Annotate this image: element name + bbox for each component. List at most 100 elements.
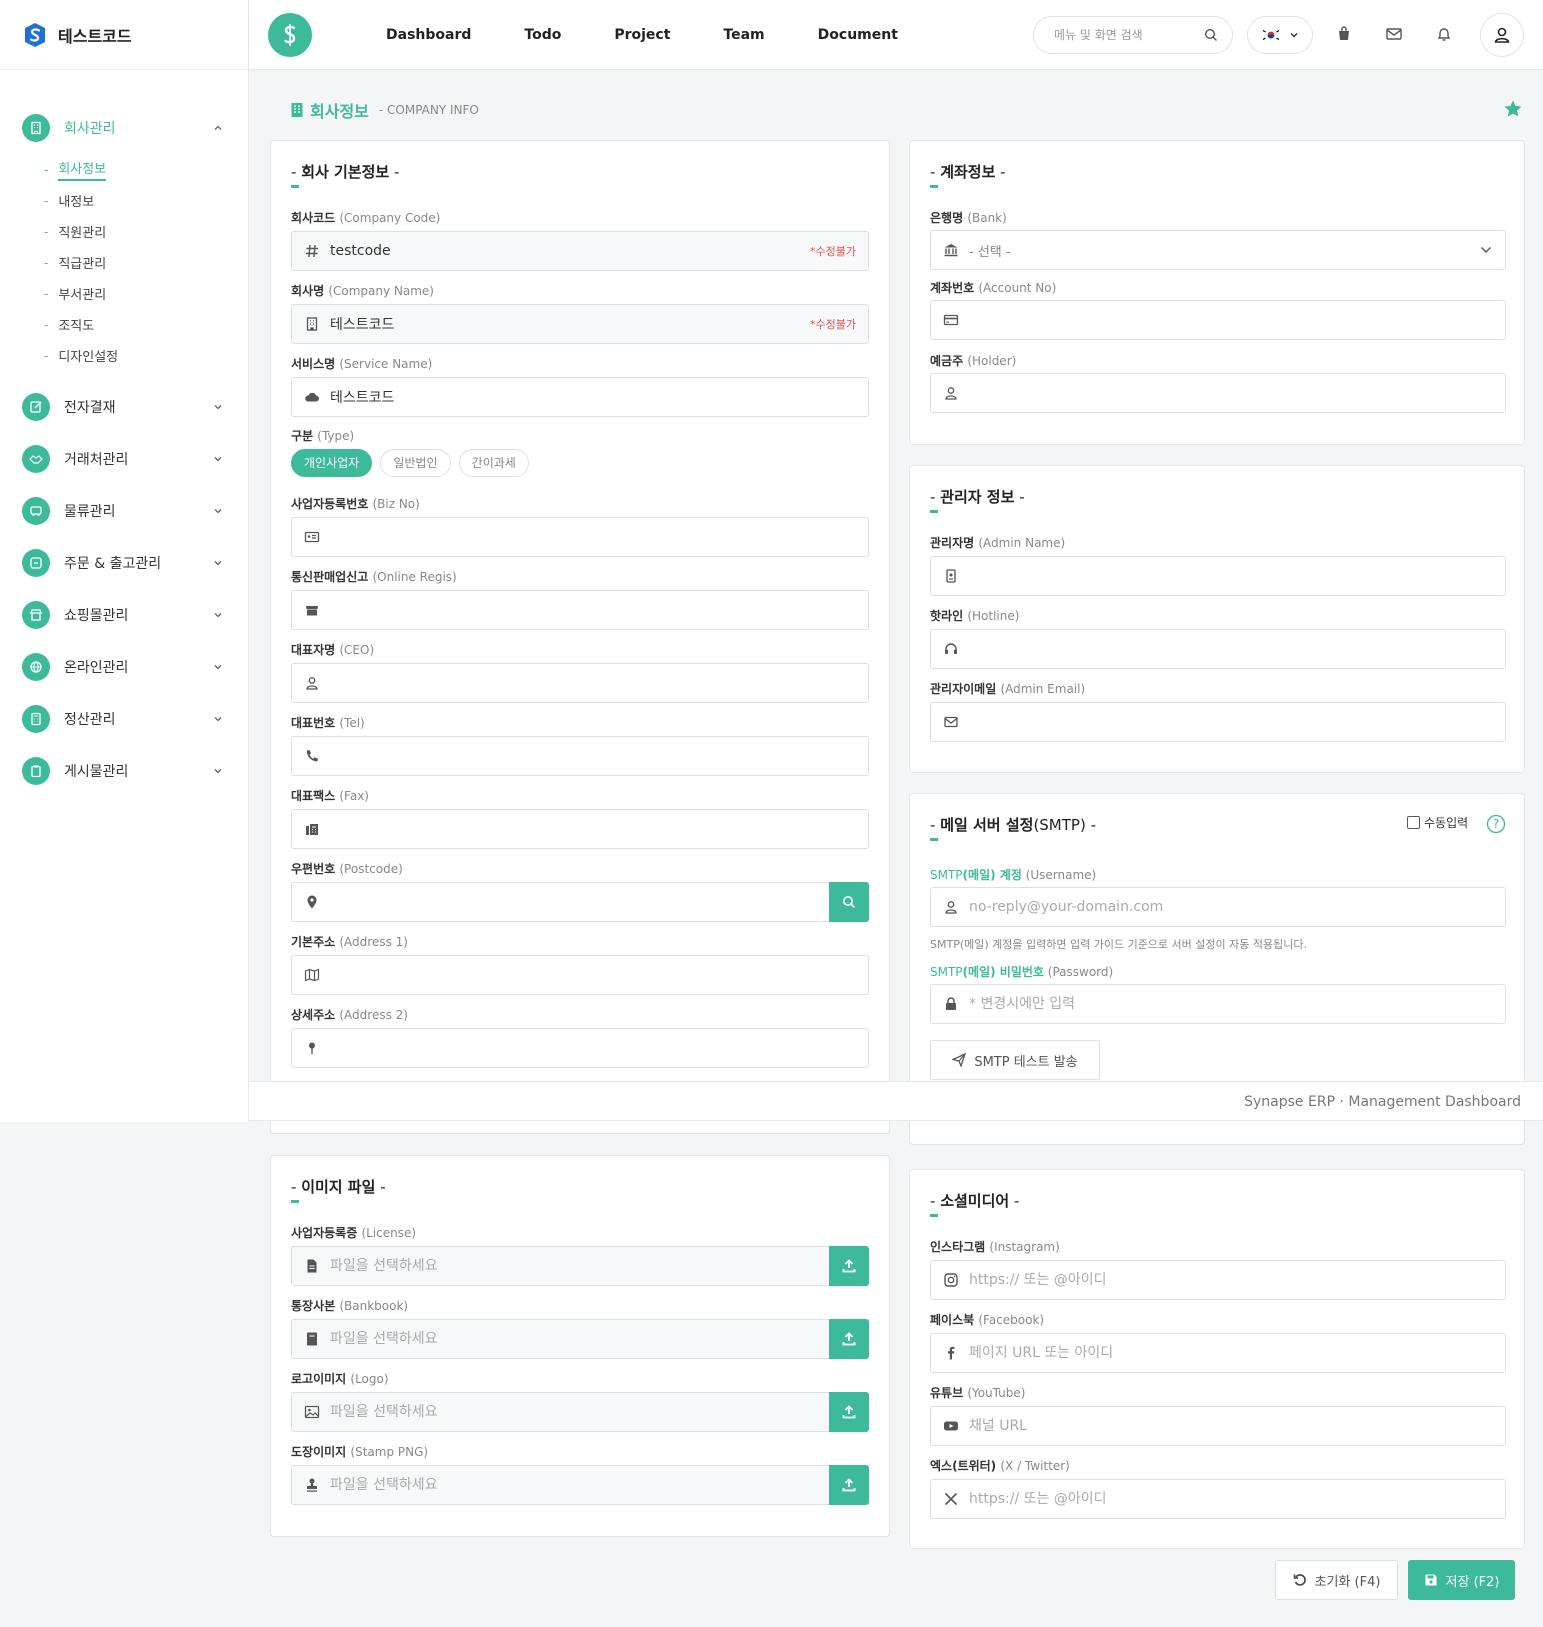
- admin-info-card: - 관리자 정보 - 관리자명 (Admin Name) 핫라인 (Hotlin…: [909, 465, 1525, 773]
- sidebar-item-logistics[interactable]: 물류관리: [0, 485, 248, 537]
- smtp-username-field: [930, 887, 1506, 927]
- sidebar-item-board[interactable]: 게시물관리: [0, 745, 248, 797]
- sidebar-nav: 회사관리 - 회사정보 - 내정보 - 직원관리 - 직급관리 - 부서관리 - 조직도 -…: [0, 70, 248, 797]
- save-button[interactable]: 저장 (F2): [1408, 1560, 1515, 1600]
- online-regis-input[interactable]: [330, 591, 868, 629]
- type-option-corporation[interactable]: 일반법인: [380, 449, 451, 477]
- manual-input-toggle[interactable]: 수동입력: [1407, 814, 1468, 831]
- phone-icon: [306, 750, 318, 762]
- field-label: 로고이미지 (Logo): [291, 1372, 389, 1386]
- address1-input[interactable]: [330, 956, 868, 994]
- field-label: 페이스북 (Facebook): [930, 1313, 1045, 1327]
- stamp-file-input[interactable]: [330, 1466, 829, 1504]
- stamp-upload-button[interactable]: [829, 1465, 869, 1505]
- field-label: 상세주소 (Address 2): [291, 1008, 408, 1022]
- biz-no-input[interactable]: [330, 518, 868, 556]
- reset-button[interactable]: 초기화 (F4): [1275, 1560, 1398, 1600]
- sidebar-subitem-company-info[interactable]: - 회사정보: [44, 154, 248, 185]
- sidebar-brand[interactable]: 테스트코드: [0, 0, 248, 70]
- nav-todo[interactable]: Todo: [524, 27, 561, 43]
- logo-upload-button[interactable]: [829, 1392, 869, 1432]
- nav-project[interactable]: Project: [614, 27, 670, 43]
- stamp-file-field[interactable]: [291, 1465, 869, 1505]
- calculator-icon: [22, 705, 50, 733]
- type-option-individual[interactable]: 개인사업자: [291, 449, 373, 477]
- user-menu-button[interactable]: [1480, 13, 1524, 57]
- nav-document[interactable]: Document: [818, 27, 898, 43]
- sidebar-subitem-org-chart[interactable]: - 조직도: [44, 309, 248, 340]
- biz-no-field: [291, 517, 869, 557]
- field-label: 통장사본 (Bankbook): [291, 1299, 409, 1313]
- nav-team[interactable]: Team: [723, 27, 764, 43]
- sidebar-subitem-design[interactable]: - 디자인설정: [44, 340, 248, 371]
- app-logo-icon[interactable]: [268, 13, 312, 57]
- sidebar-item-settlement[interactable]: 정산관리: [0, 693, 248, 745]
- admin-email-input[interactable]: [969, 703, 1505, 741]
- favorite-star-icon[interactable]: [1503, 99, 1523, 119]
- field-label: 엑스(트위터) (X / Twitter): [930, 1459, 1070, 1473]
- sidebar-item-shop[interactable]: 쇼핑몰관리: [0, 589, 248, 641]
- bankbook-upload-button[interactable]: [829, 1319, 869, 1359]
- logo-file-field[interactable]: [291, 1392, 869, 1432]
- svg-text:?: ?: [1493, 817, 1499, 831]
- chevron-down-icon: [214, 561, 222, 566]
- service-name-field: [291, 377, 869, 417]
- language-selector[interactable]: [1247, 16, 1313, 54]
- account-no-field: [930, 300, 1506, 340]
- logo-file-input[interactable]: [330, 1393, 829, 1431]
- sidebar-item-partners[interactable]: 거래처관리: [0, 433, 248, 485]
- brand-name: 테스트코드: [58, 26, 132, 46]
- hotline-input[interactable]: [969, 630, 1505, 668]
- field-label: 은행명 (Bank): [930, 211, 1007, 225]
- sidebar-item-orders[interactable]: 주문 & 출고관리: [0, 537, 248, 589]
- address2-input[interactable]: [330, 1029, 868, 1067]
- fax-input[interactable]: [330, 810, 868, 848]
- help-icon[interactable]: ?: [1486, 814, 1506, 834]
- license-file-input[interactable]: [330, 1247, 829, 1285]
- type-option-simplified[interactable]: 간이과세: [458, 449, 529, 477]
- manual-input-checkbox[interactable]: [1407, 816, 1420, 829]
- service-name-input[interactable]: [330, 378, 868, 416]
- bankbook-file-input[interactable]: [330, 1320, 829, 1358]
- license-upload-button[interactable]: [829, 1246, 869, 1286]
- postcode-input[interactable]: [330, 883, 829, 921]
- chevron-down-icon: [214, 717, 222, 722]
- readonly-tag: *수정불가: [810, 318, 856, 331]
- smtp-username-input[interactable]: [969, 888, 1505, 926]
- postcode-search-button[interactable]: [829, 882, 869, 922]
- sidebar-subitem-my-info[interactable]: - 내정보: [44, 185, 248, 216]
- ceo-input[interactable]: [330, 664, 868, 702]
- sidebar-subitem-positions[interactable]: - 직급관리: [44, 247, 248, 278]
- facebook-input[interactable]: [969, 1334, 1505, 1372]
- admin-name-input[interactable]: [969, 557, 1505, 595]
- bank-select-field[interactable]: - 선택 -: [930, 230, 1506, 270]
- company-code-field: *수정불가: [291, 231, 869, 271]
- x-twitter-input[interactable]: [969, 1480, 1505, 1518]
- smtp-test-button[interactable]: SMTP 테스트 발송: [930, 1040, 1100, 1080]
- tel-input[interactable]: [330, 737, 868, 775]
- bankbook-file-field[interactable]: [291, 1319, 869, 1359]
- youtube-input[interactable]: [969, 1407, 1505, 1445]
- license-file-field[interactable]: [291, 1246, 869, 1286]
- facebook-field: [930, 1333, 1506, 1373]
- sidebar-subitem-employees[interactable]: - 직원관리: [44, 216, 248, 247]
- sidebar-subitem-departments[interactable]: - 부서관리: [44, 278, 248, 309]
- chevron-down-icon: [214, 769, 222, 774]
- sidebar-item-company[interactable]: 회사관리: [0, 102, 248, 154]
- bell-icon[interactable]: [1434, 24, 1454, 44]
- upload-icon: [842, 1478, 856, 1492]
- sidebar-item-approval[interactable]: 전자결재: [0, 381, 248, 433]
- holder-input[interactable]: [969, 374, 1505, 412]
- field-label: 핫라인 (Hotline): [930, 609, 1020, 623]
- shopping-bag-icon[interactable]: [1334, 24, 1354, 44]
- search-input[interactable]: [1054, 28, 1204, 42]
- smtp-password-input[interactable]: [969, 985, 1505, 1023]
- mail-icon[interactable]: [1384, 24, 1404, 44]
- sidebar-item-online[interactable]: 온라인관리: [0, 641, 248, 693]
- nav-dashboard[interactable]: Dashboard: [386, 27, 471, 43]
- search-icon[interactable]: [1204, 28, 1218, 42]
- smtp-hint: SMTP(메일) 계정을 입력하면 입력 가이드 기준으로 서버 설정이 자동 …: [930, 938, 1307, 951]
- account-no-input[interactable]: [969, 301, 1505, 339]
- instagram-input[interactable]: [969, 1261, 1505, 1299]
- field-label: 회사코드 (Company Code): [291, 211, 441, 225]
